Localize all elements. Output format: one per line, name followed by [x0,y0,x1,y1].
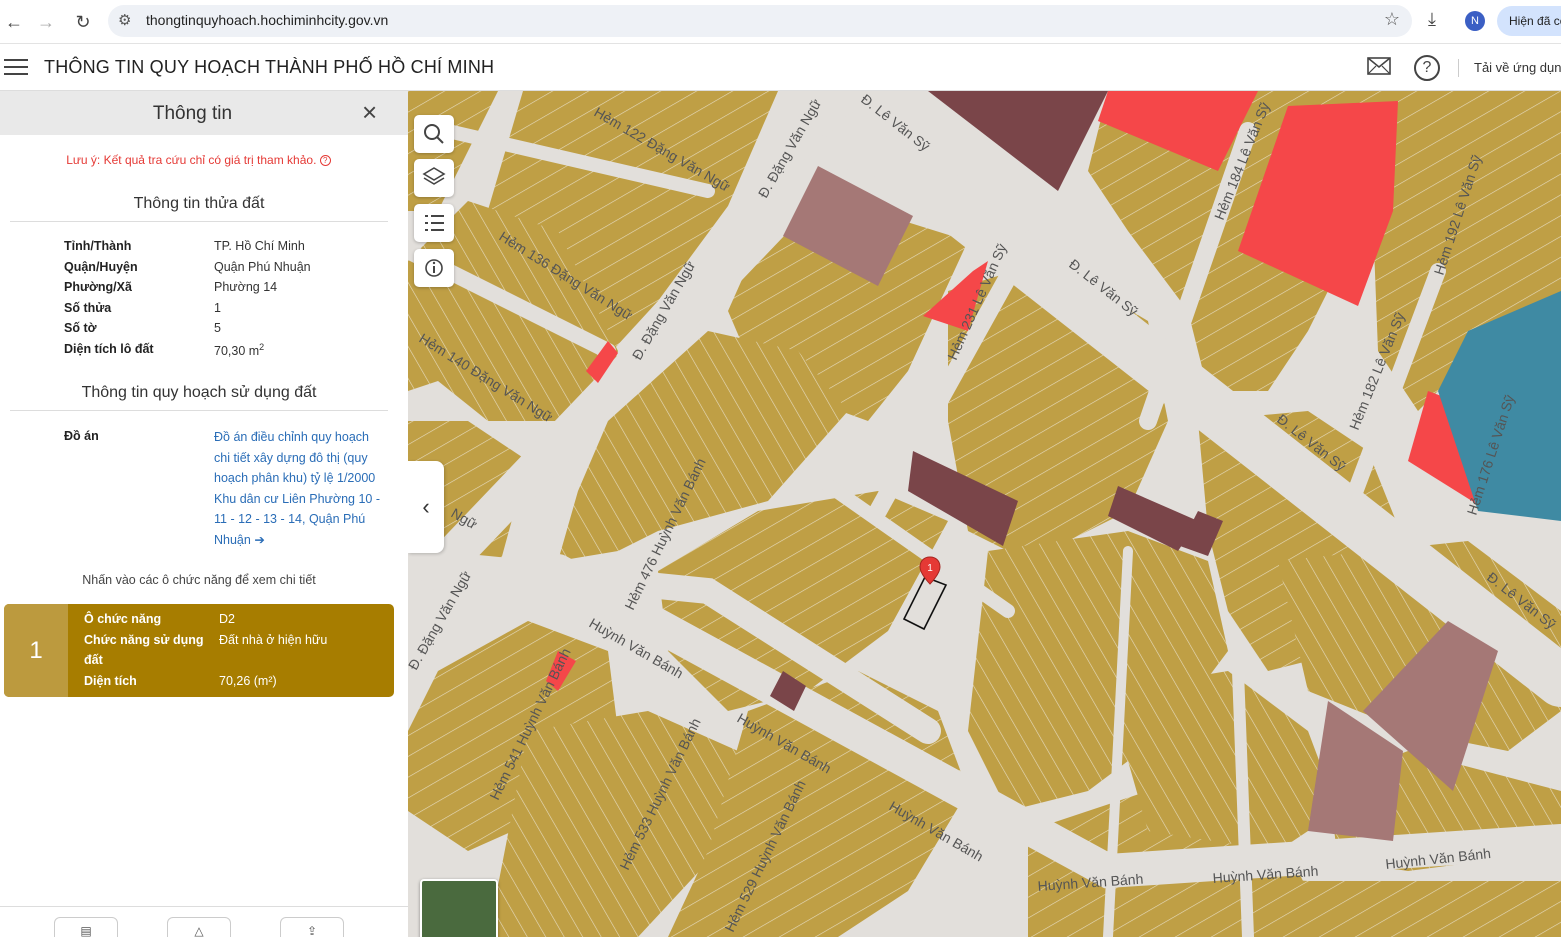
reload-icon[interactable]: ↻ [69,8,97,36]
function-value: D2 [219,612,235,626]
row-value: Quận Phú Nhuận [214,260,311,274]
back-arrow-icon[interactable]: ← [0,8,28,36]
help-circle-icon[interactable]: ? [319,155,331,167]
panel-bottom-toolbar: ▤ △ ⇪ [0,906,408,937]
function-value: Đất nhà ở hiện hữu [219,633,328,647]
map-info-button[interactable] [414,249,454,287]
divider [10,221,388,222]
row-value: 5 [214,321,221,335]
row-key: Quận/Huyện [64,260,138,274]
divider [10,410,388,411]
search-icon [424,124,444,144]
map-canvas[interactable]: Hẻm 122 Đặng Văn Ngữ Đ. Đặng Văn Ngữ Đ. … [408,91,1561,937]
row-key: Diện tích lô đất [64,342,154,356]
row-value: TP. Hồ Chí Minh [214,239,305,253]
header-divider [1458,59,1459,77]
satellite-basemap-toggle[interactable] [420,879,498,937]
site-settings-icon[interactable]: ⚙ [118,11,131,29]
function-cell-card[interactable]: 1 Ô chức năng D2 Chức năng sử dụng đất Đ… [4,604,394,697]
address-bar[interactable]: ⚙ thongtinquyhoach.hochiminhcity.gov.vn … [108,5,1412,37]
parcel-section-title: Thông tin thửa đất [133,195,265,212]
row-key: Số tờ [64,321,97,335]
row-value: 1 [214,301,221,315]
document-icon[interactable]: ▤ [54,917,118,937]
list-icon [425,215,444,231]
function-value: 70,26 (m²) [219,674,277,688]
disclaimer-note: Lưu ý: Kết quả tra cứu chỉ có giá trị th… [0,153,397,167]
function-hint: Nhấn vào các ô chức năng để xem chi tiết [82,573,316,587]
warning-icon[interactable]: △ [167,917,231,937]
info-icon [425,259,443,277]
row-key: Tỉnh/Thành [64,239,132,253]
row-key: Đồ án [64,429,99,443]
plan-project-text: Đồ án điều chỉnh quy hoạch chi tiết xây … [214,430,381,547]
area-unit-superscript: 2 [259,342,265,352]
area-value: 70,30 m [214,344,260,359]
collapse-panel-chevron-icon[interactable]: ‹ [408,461,444,553]
function-key: Ô chức năng [84,612,162,626]
row-key: Phường/Xã [64,280,132,294]
menu-icon[interactable] [4,59,28,77]
map-legend-button[interactable] [414,204,454,242]
help-icon[interactable]: ? [1414,55,1440,81]
mail-icon[interactable] [1367,57,1391,75]
forward-arrow-icon[interactable]: → [32,8,60,36]
marker-label: 1 [927,563,933,574]
close-icon[interactable]: × [362,99,377,125]
panel-title: Thông tin [152,103,233,124]
browser-status-chip[interactable]: Hiện đã cc [1497,6,1561,36]
planning-map[interactable]: Hẻm 122 Đặng Văn Ngữ Đ. Đặng Văn Ngữ Đ. … [408,91,1561,937]
app-header: THÔNG TIN QUY HOẠCH THÀNH PHỐ HỒ CHÍ MIN… [0,45,1561,91]
disclaimer-text: Lưu ý: Kết quả tra cứu chỉ có giá trị th… [66,153,317,167]
bookmark-star-icon[interactable]: ☆ [1384,9,1400,30]
row-key: Số thửa [64,301,112,315]
share-icon[interactable]: ⇪ [280,917,344,937]
function-key: Chức năng sử dụng đất [84,633,204,667]
browser-toolbar: ← → ↻ ⚙ thongtinquyhoach.hochiminhcity.g… [0,0,1561,44]
download-app-link[interactable]: Tải về ứng dụng [1474,60,1561,75]
map-search-button[interactable] [414,115,454,153]
panel-header: Thông tin × [0,91,408,135]
map-layers-button[interactable] [414,159,454,197]
row-value: 70,30 m2 [214,342,264,358]
function-key: Diện tích [84,674,137,688]
arrow-right-icon: ➔ [254,532,265,547]
plan-section-title: Thông tin quy hoạch sử dụng đất [81,384,317,401]
download-icon[interactable]: ⤓ [1428,9,1436,30]
app-title: THÔNG TIN QUY HOẠCH THÀNH PHỐ HỒ CHÍ MIN… [44,57,495,77]
plan-project-link[interactable]: Đồ án điều chỉnh quy hoạch chi tiết xây … [214,427,386,550]
profile-avatar[interactable]: N [1465,11,1485,31]
url-text: thongtinquyhoach.hochiminhcity.gov.vn [146,12,389,28]
function-cell-number: 1 [4,604,68,697]
row-value: Phường 14 [214,280,278,294]
layers-icon [422,167,446,185]
info-panel: Thông tin × Lưu ý: Kết quả tra cứu chỉ c… [0,91,408,937]
